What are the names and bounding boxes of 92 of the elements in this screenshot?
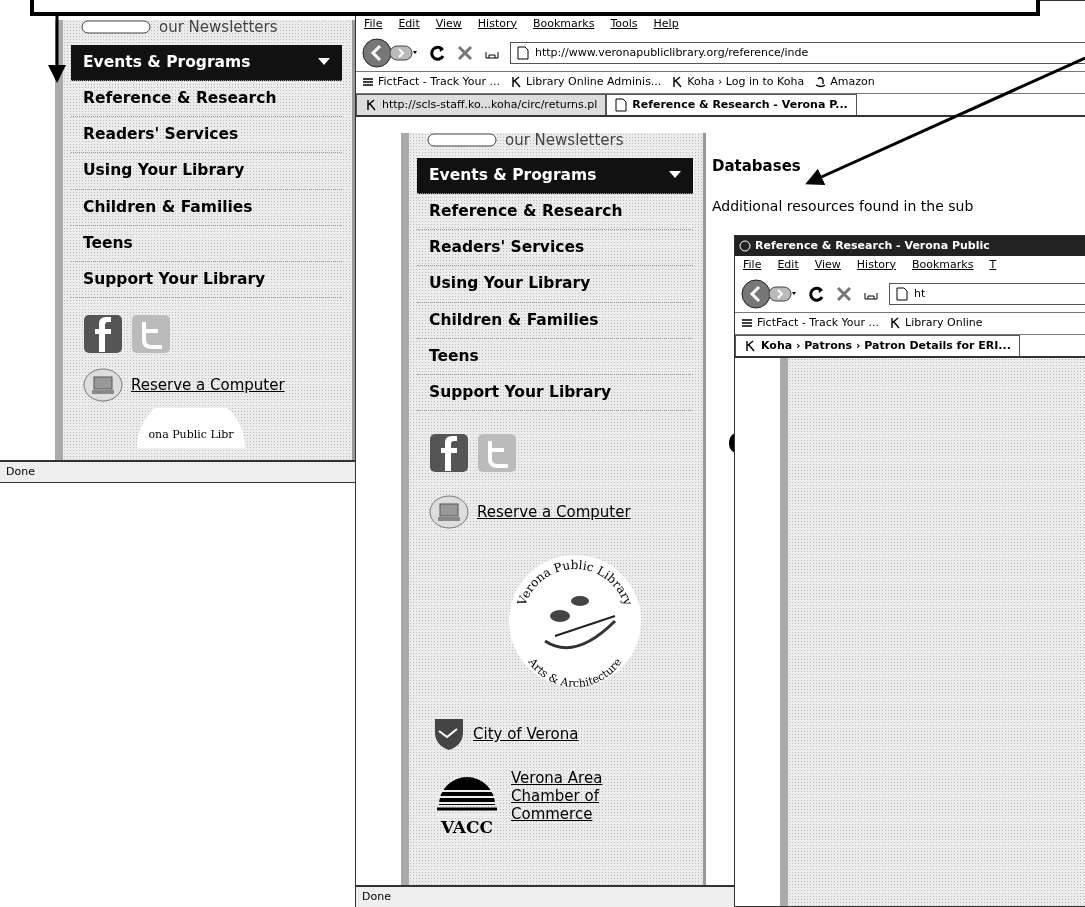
stack-icon — [362, 76, 374, 89]
menu-item[interactable]: View — [814, 256, 841, 273]
menu-item[interactable]: Edit — [777, 256, 799, 273]
k-letter-icon — [671, 76, 684, 89]
newsletter-text: our Newsletters — [505, 130, 624, 151]
vacc-logo: VACC — [431, 769, 503, 836]
page-icon — [615, 97, 628, 112]
twitter-icon — [131, 314, 171, 355]
stop-icon — [456, 44, 474, 62]
menu-item[interactable]: Bookmarks — [533, 15, 595, 32]
tab-label: Koha › Patrons › Patron Details for ERI... — [761, 337, 1011, 354]
bookmark[interactable]: FictFact - Track Your ... — [741, 315, 880, 332]
nav-item[interactable]: Teens — [71, 225, 342, 262]
menu-item[interactable]: History — [477, 15, 517, 32]
page-icon — [896, 287, 908, 301]
nav-item[interactable]: Readers' Services — [71, 117, 342, 154]
nav-item[interactable]: Using Your Library — [71, 153, 342, 190]
window-title: Reference & Research - Verona Public — [755, 237, 990, 254]
city-shield-icon — [433, 717, 465, 752]
menu-item[interactable]: Help — [653, 15, 679, 32]
reload-icon — [807, 285, 825, 303]
nav-item[interactable]: Reference & Research — [417, 193, 693, 230]
menu-item[interactable]: Bookmarks — [912, 256, 974, 273]
url-field[interactable]: ht — [889, 282, 1085, 306]
bookmark-label: Amazon — [830, 74, 875, 90]
bookmark-label: Library Online Adminis... — [526, 74, 662, 90]
nav-item[interactable]: Support Your Library — [417, 375, 693, 412]
reload-icon — [428, 44, 446, 62]
menu-item[interactable]: File — [364, 15, 383, 32]
newsletter-pill-icon — [81, 20, 151, 35]
k-letter-icon — [889, 317, 902, 330]
library-logo: ona Public Libr — [131, 408, 251, 449]
nav-item[interactable]: Support Your Library — [71, 262, 342, 299]
tab-label: Reference & Research - Verona P... — [632, 96, 848, 113]
reserve-computer-link[interactable]: Reserve a Computer — [477, 501, 631, 524]
computer-icon — [429, 495, 469, 530]
reserve-computer-link[interactable]: Reserve a Computer — [131, 374, 285, 397]
newsletter-text: our Newsletters — [159, 17, 278, 38]
facebook-icon — [83, 314, 123, 355]
page-icon — [517, 46, 529, 60]
menu-item[interactable]: View — [435, 15, 462, 32]
k-letter-icon — [510, 76, 523, 89]
nav-item[interactable]: Reference & Research — [71, 80, 342, 117]
browser-logo-icon — [739, 239, 751, 252]
back-forward-icon — [741, 279, 797, 309]
nav-item[interactable]: Using Your Library — [417, 266, 693, 303]
arrow — [48, 14, 66, 83]
menu-item[interactable]: Tools — [610, 15, 638, 32]
dropdown-caret-icon — [669, 171, 681, 180]
page-heading: Databases — [712, 156, 802, 177]
bookmark[interactable]: FictFact - Track Your ... — [362, 74, 501, 91]
url-field[interactable]: http://www.veronapubliclibrary.org/reference/inde — [510, 41, 1085, 65]
menu-item[interactable]: History — [856, 256, 896, 273]
twitter-icon — [477, 433, 517, 474]
bookmark-label: FictFact - Track Your ... — [378, 74, 501, 90]
nav-item[interactable]: Readers' Services — [417, 230, 693, 267]
nav-item[interactable]: Children & Families — [71, 189, 342, 226]
computer-icon — [83, 368, 123, 403]
city-of-verona-link[interactable]: City of Verona — [473, 723, 579, 746]
status-bar: Done — [0, 459, 355, 482]
tab[interactable]: http://scls-staff.ko...koha/circ/returns.pl — [356, 93, 607, 115]
bookmark[interactable]: Library Online Adminis... — [510, 74, 662, 91]
tab[interactable]: Koha › Patrons › Patron Details for ERI... — [735, 334, 1020, 356]
menu-item[interactable]: T — [989, 256, 997, 273]
k-letter-icon — [744, 339, 756, 352]
curve-icon — [814, 76, 827, 89]
nav-item[interactable]: Children & Families — [417, 302, 693, 339]
tab-label: http://scls-staff.ko...koha/circ/returns.pl — [382, 96, 598, 113]
stop-icon — [835, 285, 853, 303]
dropdown-caret-icon — [318, 58, 330, 67]
bookmark-label: Koha › Log in to Koha — [687, 74, 805, 90]
menu-item[interactable]: Edit — [398, 15, 420, 32]
nav-item[interactable]: Teens — [417, 338, 693, 375]
nav-item[interactable]: Events & Programs — [417, 157, 693, 194]
url-text: http://www.veronapubliclibrary.org/reference/inde — [535, 44, 809, 61]
newsletter-pill-icon — [427, 133, 497, 148]
back-forward-icon — [362, 38, 418, 68]
status-bar: Done — [356, 884, 734, 907]
stack-icon — [741, 317, 753, 330]
k-letter-icon — [365, 98, 377, 111]
menu-item[interactable]: File — [743, 256, 762, 273]
bookmark[interactable]: Koha › Log in to Koha — [671, 74, 805, 91]
bookmark[interactable]: Amazon — [814, 74, 875, 91]
bookmark-label: FictFact - Track Your ... — [757, 315, 880, 331]
intro-text: Additional resources found in the sub — [712, 196, 975, 216]
chamber-of-commerce-link[interactable]: Verona Area Chamber of Commerce — [511, 769, 641, 824]
bookmark[interactable]: Library Online — [889, 315, 983, 332]
nav-item[interactable]: Events & Programs — [71, 44, 342, 81]
url-text: ht — [914, 285, 926, 302]
facebook-icon — [429, 433, 469, 474]
tab[interactable]: Reference & Research - Verona P... — [606, 93, 857, 115]
bookmark-label: Library Online — [905, 315, 983, 331]
